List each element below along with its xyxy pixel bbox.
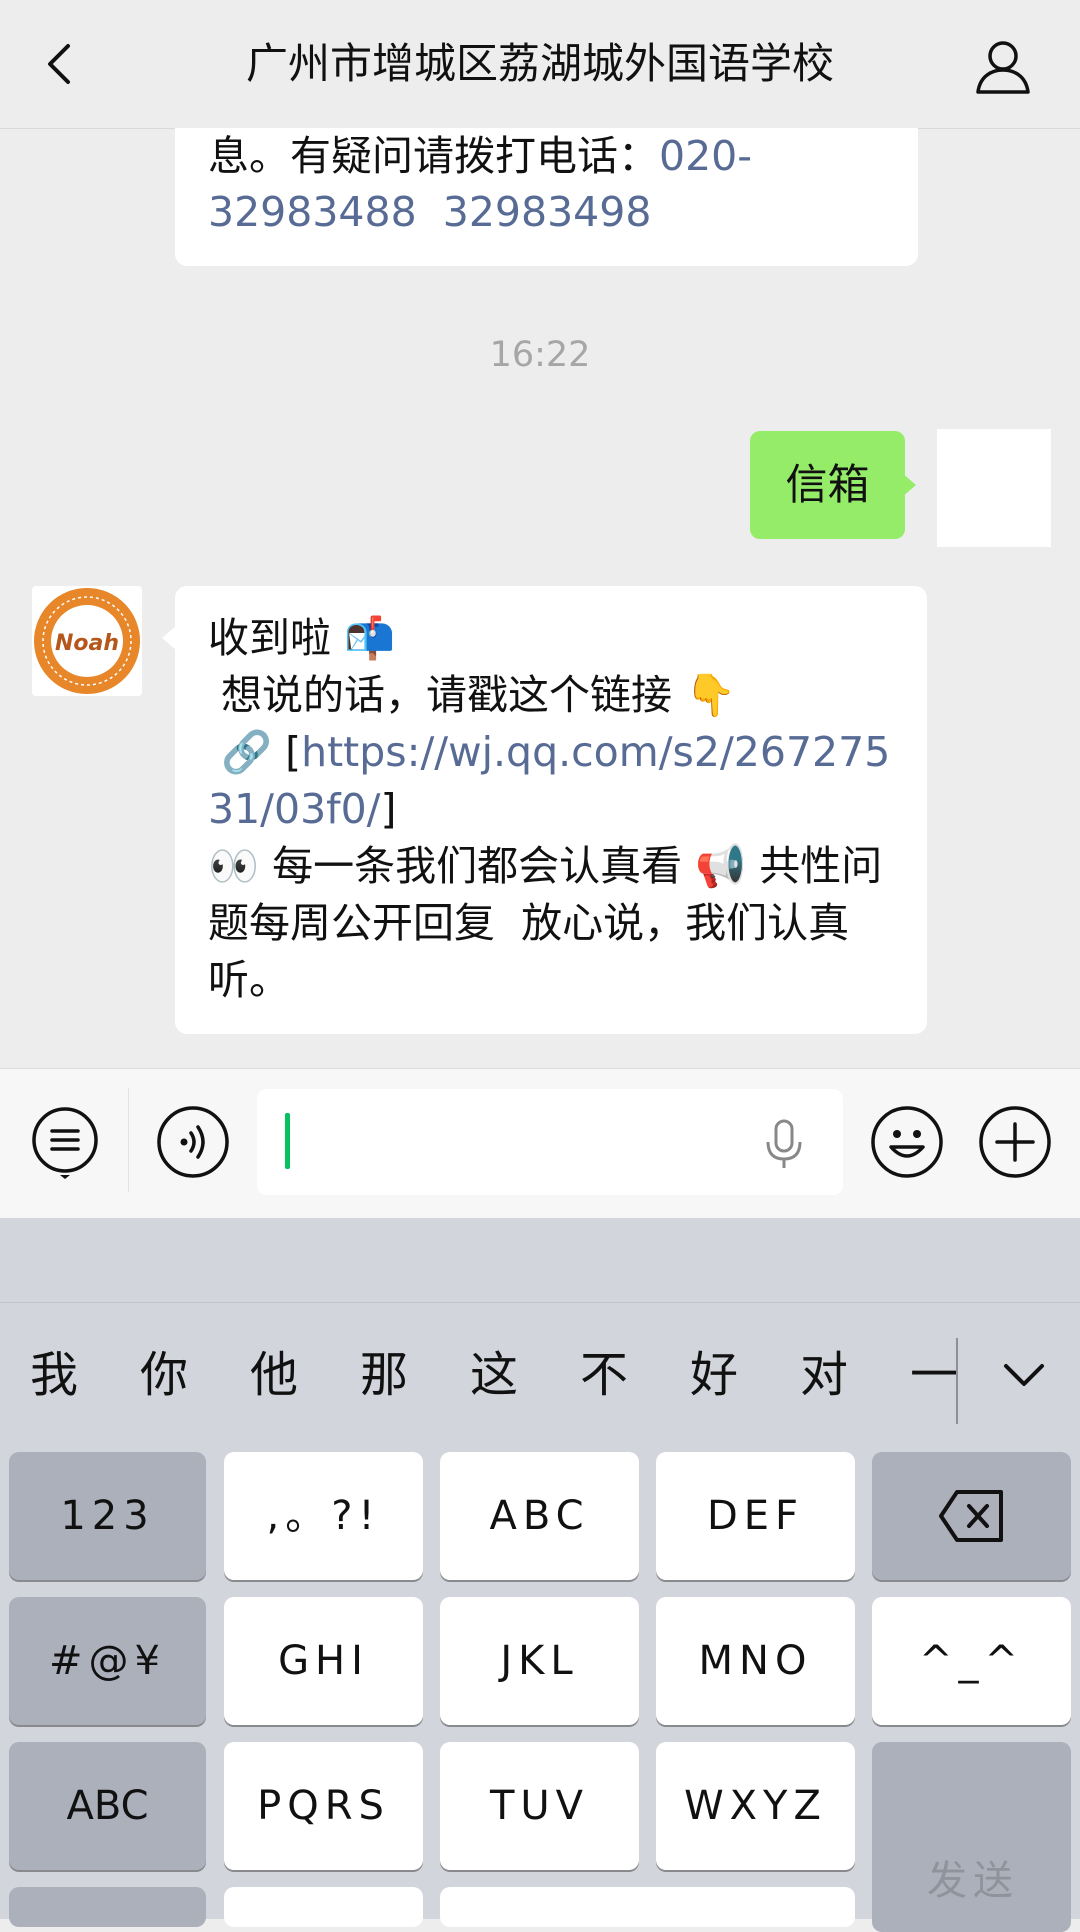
delete-key[interactable] [872,1452,1071,1580]
key-ghi[interactable]: GHI [224,1597,423,1725]
key-mno[interactable]: MNO [656,1597,855,1725]
reply-bubble-tail [162,626,176,650]
key-punctuation[interactable]: ,。?! [224,1452,423,1580]
key-space-left[interactable] [224,1887,423,1927]
reply-text: 收到啦 📬 想说的话，请戳这个链接 👇 🔗 [https://wj.qq.com… [208,610,908,1009]
message-text-previous: 息。有疑问请拨打电话：020- 32983488 32983498 [208,128,898,240]
chevron-down-icon[interactable] [1000,1350,1048,1398]
key-pqrs[interactable]: PQRS [224,1742,423,1870]
phone-link[interactable]: 020- [659,132,752,180]
candidate-word[interactable]: 这 [470,1330,518,1420]
reply-line: 想说的话，请戳这个链接 👇 [208,671,737,719]
text-caret [285,1113,290,1169]
candidate-word[interactable]: 对 [800,1330,848,1420]
microphone-icon[interactable] [758,1118,810,1170]
key-def[interactable]: DEF [656,1452,855,1580]
key-abc[interactable]: ABC [440,1452,639,1580]
keyboard-toolbar [0,1218,1080,1303]
input-divider [128,1088,129,1192]
key-tuv[interactable]: TUV [440,1742,639,1870]
sent-message-text: 信箱 [785,460,870,509]
chat-title: 广州市增城区荔湖城外国语学校 [245,39,834,88]
survey-link[interactable]: https://wj.qq.com/s2/26727531/03f0/ [208,728,890,833]
voice-icon[interactable] [156,1105,230,1179]
menu-list-icon[interactable] [28,1105,102,1179]
reply-line: 收到啦 📬 [208,614,396,662]
key-space[interactable] [440,1887,855,1927]
timestamp: 16:22 [489,335,591,375]
candidate-word[interactable]: 我 [30,1330,78,1420]
link-prefix: 🔗 [ [208,728,302,776]
school-avatar[interactable]: Noah [32,586,142,696]
reply-link-line: 🔗 [https://wj.qq.com/s2/26727531/03f0/] [208,724,908,838]
candidate-word[interactable]: 好 [690,1330,738,1420]
plus-icon[interactable] [978,1105,1052,1179]
candidate-word[interactable]: 那 [360,1330,408,1420]
candidate-word[interactable]: 你 [140,1330,188,1420]
key-numbers[interactable]: 123 [9,1452,206,1580]
phone-link[interactable]: 32983488 32983498 [208,188,651,236]
candidate-word[interactable]: 不 [580,1330,628,1420]
send-label: 发送 [927,1858,1019,1904]
candidate-word[interactable]: 一 [910,1330,958,1420]
my-avatar[interactable] [937,429,1051,547]
emoji-icon[interactable] [870,1105,944,1179]
reply-line: 👀 每一条我们都会认真看 📢 共性问题每周公开回复 放心说，我们认真听。 [208,842,883,1004]
key-globe[interactable] [9,1887,206,1927]
key-jkl[interactable]: JKL [440,1597,639,1725]
key-symbols[interactable]: #@¥ [9,1597,206,1725]
link-suffix: ] [380,785,397,833]
candidate-separator [956,1338,958,1424]
candidate-word[interactable]: 他 [250,1330,298,1420]
backspace-icon [938,1490,1003,1542]
chevron-left-icon[interactable] [38,40,86,88]
message-text: 息。有疑问请拨打电话： [208,132,659,180]
key-wxyz[interactable]: WXYZ [656,1742,855,1870]
person-icon[interactable] [974,38,1032,96]
school-logo-icon: Noah [34,588,140,694]
key-emoticon[interactable]: ^_^ [872,1597,1071,1725]
key-abc-switch[interactable]: ABC [9,1742,206,1870]
candidate-bar: 我 你 他 那 这 不 好 对 一 [0,1330,1080,1430]
logo-text: Noah [55,631,119,656]
message-input[interactable] [257,1089,843,1195]
